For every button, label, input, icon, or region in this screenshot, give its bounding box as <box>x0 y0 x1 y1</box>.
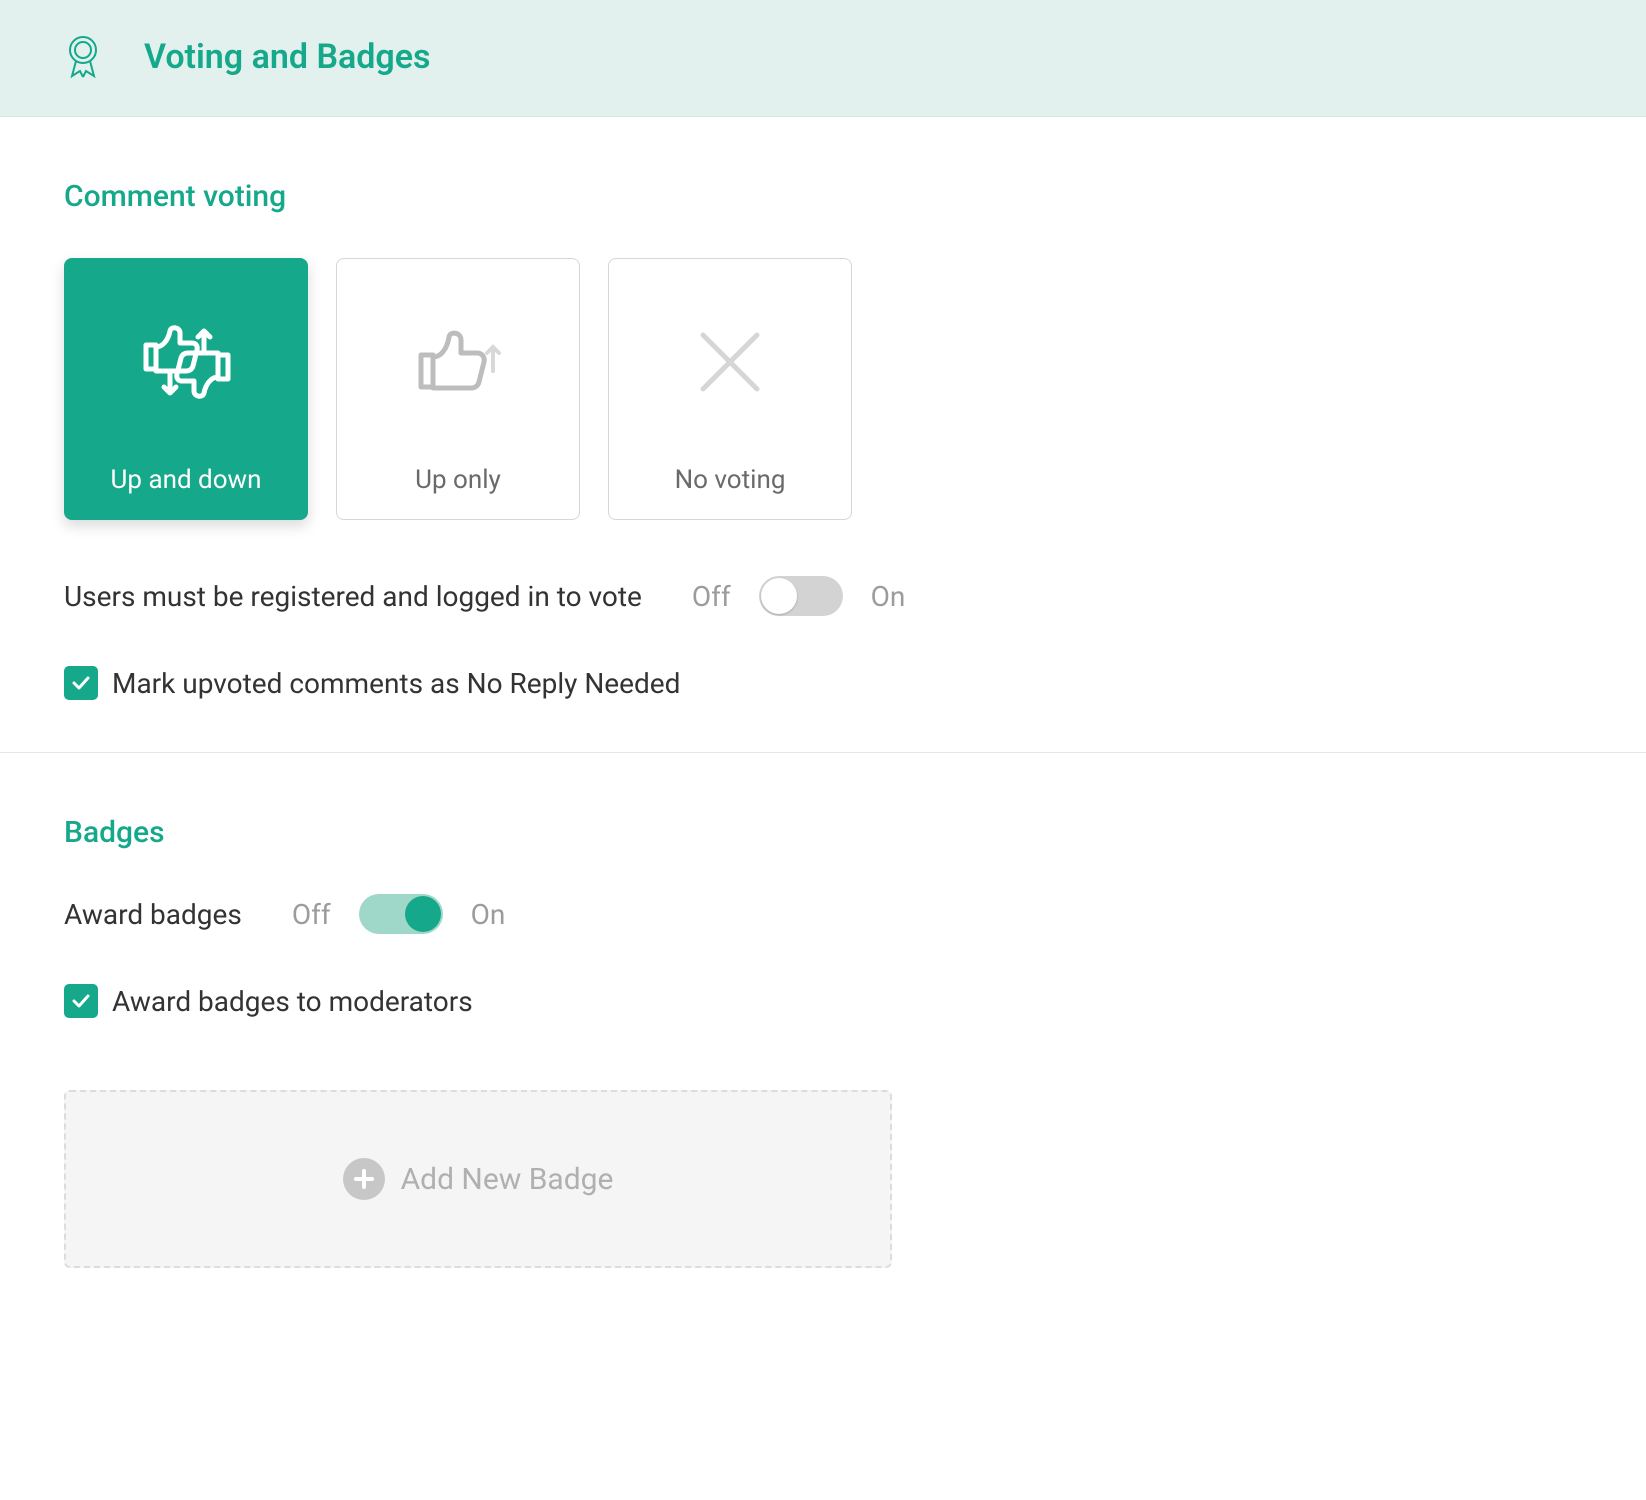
toggle-knob <box>761 578 797 614</box>
mark-upvoted-row: Mark upvoted comments as No Reply Needed <box>64 666 1582 700</box>
voting-options: Up and down Up only <box>64 258 1582 520</box>
thumbs-up-down-icon <box>65 259 307 465</box>
voting-option-label: Up and down <box>111 465 262 495</box>
login-required-row: Users must be registered and logged in t… <box>64 576 1582 616</box>
plus-icon <box>343 1158 385 1200</box>
page-title: Voting and Badges <box>144 37 431 77</box>
voting-option-label: Up only <box>415 465 501 495</box>
page-header: Voting and Badges <box>0 0 1646 117</box>
thumbs-up-icon <box>337 259 579 465</box>
mark-upvoted-label: Mark upvoted comments as No Reply Needed <box>112 667 680 700</box>
award-badges-toggle[interactable] <box>359 894 443 934</box>
on-label: On <box>871 580 906 613</box>
award-moderators-row: Award badges to moderators <box>64 984 1582 1018</box>
toggle-knob <box>405 896 441 932</box>
voting-option-up-only[interactable]: Up only <box>336 258 580 520</box>
add-new-badge-label: Add New Badge <box>401 1162 614 1197</box>
off-label: Off <box>692 580 731 613</box>
award-moderators-checkbox[interactable] <box>64 984 98 1018</box>
voting-option-no-voting[interactable]: No voting <box>608 258 852 520</box>
badges-title: Badges <box>64 815 1582 850</box>
voting-option-up-and-down[interactable]: Up and down <box>64 258 308 520</box>
comment-voting-section: Comment voting <box>0 117 1646 753</box>
badges-section: Badges Award badges Off On Award badges … <box>0 753 1646 1348</box>
voting-option-label: No voting <box>675 465 786 495</box>
add-new-badge-button[interactable]: Add New Badge <box>64 1090 892 1268</box>
mark-upvoted-checkbox[interactable] <box>64 666 98 700</box>
ribbon-icon <box>64 34 102 80</box>
login-required-toggle[interactable] <box>759 576 843 616</box>
comment-voting-title: Comment voting <box>64 179 1582 214</box>
x-icon <box>609 259 851 465</box>
on-label: On <box>471 898 506 931</box>
award-badges-row: Award badges Off On <box>64 894 1582 934</box>
off-label: Off <box>292 898 331 931</box>
award-moderators-label: Award badges to moderators <box>112 985 473 1018</box>
login-required-label: Users must be registered and logged in t… <box>64 580 642 613</box>
award-badges-label: Award badges <box>64 898 242 931</box>
